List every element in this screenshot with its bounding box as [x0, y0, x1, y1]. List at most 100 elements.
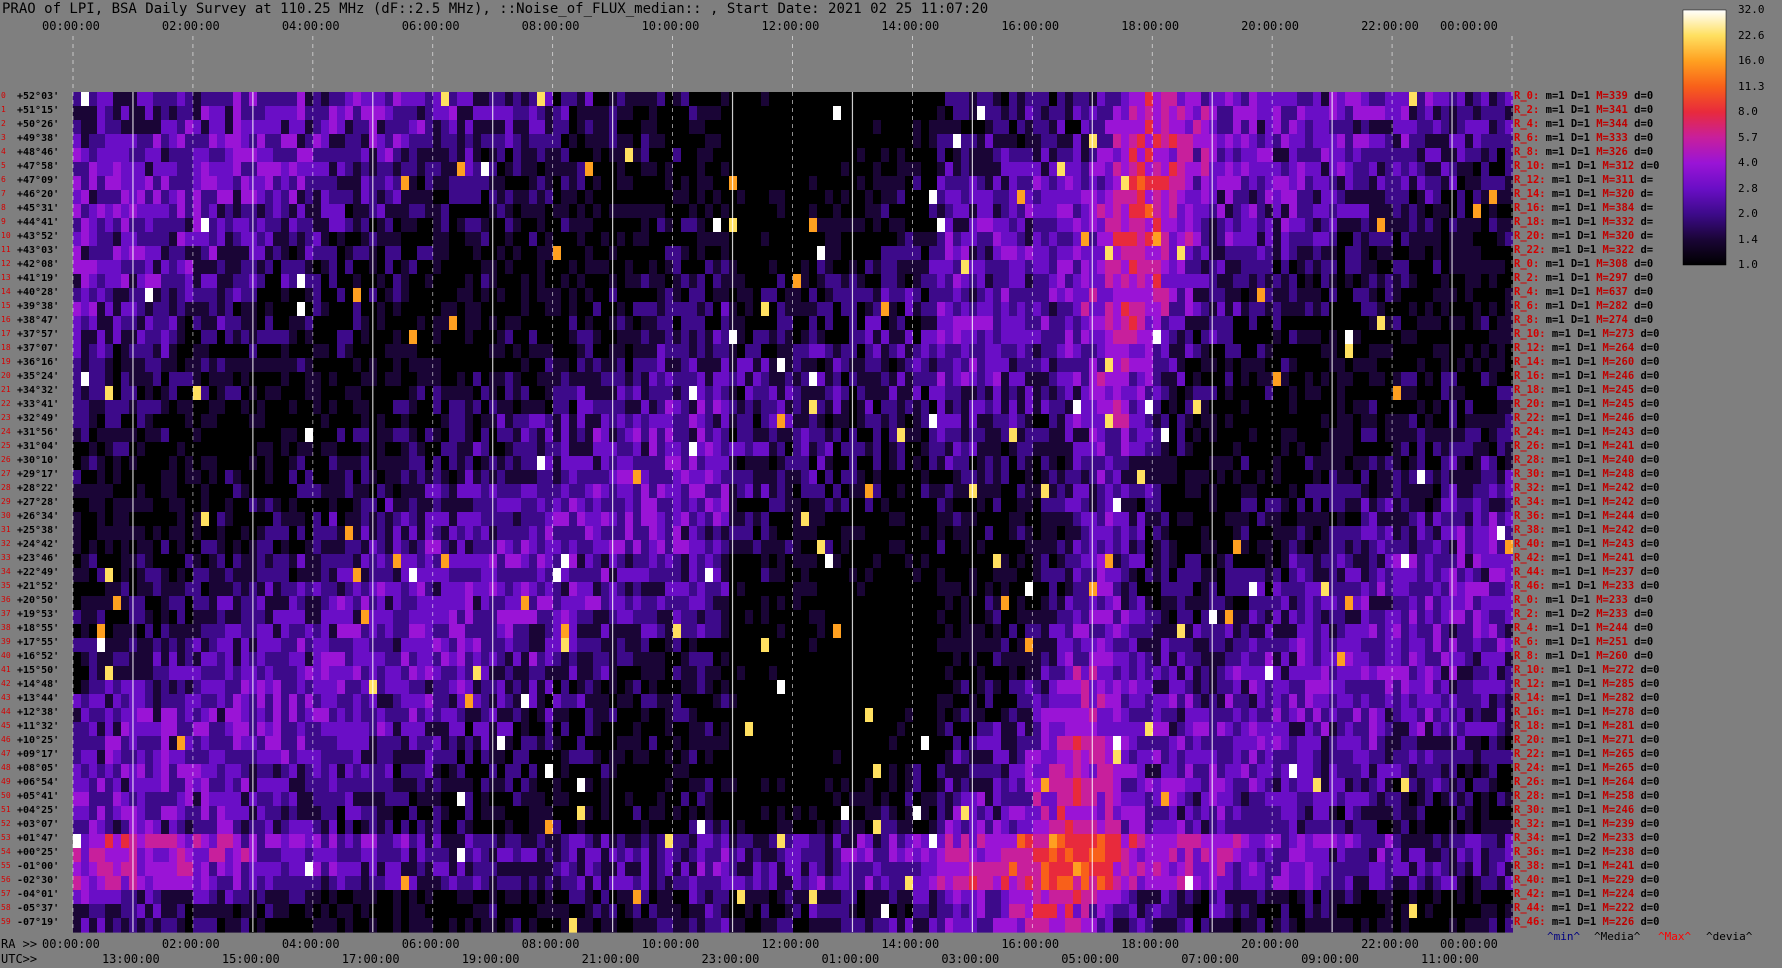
heatmap-cell	[721, 232, 729, 247]
heatmap-cell	[97, 134, 105, 149]
heatmap-cell	[633, 134, 641, 149]
heatmap-cell	[257, 120, 265, 135]
heatmap-cell	[233, 414, 241, 429]
heatmap-cell	[1409, 288, 1417, 303]
heatmap-cell	[665, 120, 673, 135]
heatmap-cell	[1433, 358, 1441, 373]
heatmap-cell	[1353, 106, 1361, 121]
heatmap-cell	[1321, 358, 1329, 373]
heatmap-cell	[641, 120, 649, 135]
heatmap-cell	[881, 92, 889, 107]
heatmap-cell	[961, 106, 969, 121]
heatmap-cell	[1057, 176, 1065, 191]
heatmap-cell	[257, 386, 265, 401]
heatmap-cell	[201, 176, 209, 191]
heatmap-cell	[161, 442, 169, 457]
heatmap-cell	[937, 344, 945, 359]
heatmap-cell	[1481, 120, 1489, 135]
heatmap-cell	[657, 218, 665, 233]
heatmap-cell	[1033, 400, 1041, 415]
heatmap-cell	[433, 120, 441, 135]
heatmap-cell	[705, 260, 713, 275]
heatmap-cell	[721, 274, 729, 289]
heatmap-cell	[865, 162, 873, 177]
heatmap-cell	[1025, 246, 1033, 261]
heatmap-cell	[1121, 288, 1129, 303]
heatmap-cell	[993, 456, 1001, 471]
heatmap-cell	[177, 288, 185, 303]
heatmap-cell	[713, 316, 721, 331]
heatmap-cell	[745, 232, 753, 247]
heatmap-cell	[945, 372, 953, 387]
heatmap-cell	[1241, 162, 1249, 177]
heatmap-cell	[273, 316, 281, 331]
heatmap-cell	[1345, 372, 1353, 387]
heatmap-cell	[433, 400, 441, 415]
heatmap-cell	[393, 106, 401, 121]
heatmap-cell	[1337, 218, 1345, 233]
heatmap-cell	[681, 176, 689, 191]
heatmap-cell	[185, 386, 193, 401]
heatmap-cell	[153, 204, 161, 219]
heatmap-cell	[1169, 316, 1177, 331]
heatmap-cell	[1377, 218, 1385, 233]
heatmap-cell	[1441, 204, 1449, 219]
heatmap-cell	[705, 456, 713, 471]
heatmap-cell	[929, 106, 937, 121]
heatmap-cell	[145, 176, 153, 191]
heatmap-cell	[1345, 176, 1353, 191]
heatmap-cell	[225, 344, 233, 359]
heatmap-cell	[1425, 134, 1433, 149]
heatmap-cell	[1025, 344, 1033, 359]
heatmap-cell	[945, 92, 953, 107]
heatmap-cell	[905, 92, 913, 107]
heatmap-cell	[457, 442, 465, 457]
heatmap-cell	[177, 386, 185, 401]
heatmap-cell	[273, 134, 281, 149]
heatmap-cell	[1305, 330, 1313, 345]
heatmap-cell	[193, 92, 201, 107]
heatmap-cell	[1065, 176, 1073, 191]
heatmap-cell	[257, 330, 265, 345]
heatmap-cell	[937, 288, 945, 303]
heatmap-cell	[761, 456, 769, 471]
heatmap-cell	[945, 442, 953, 457]
heatmap-cell	[745, 162, 753, 177]
heatmap-cell	[177, 274, 185, 289]
heatmap-cell	[297, 428, 305, 443]
heatmap-cell	[1041, 330, 1049, 345]
heatmap-cell	[569, 442, 577, 457]
heatmap-cell	[393, 92, 401, 107]
heatmap-cell	[321, 344, 329, 359]
heatmap-cell	[1113, 162, 1121, 177]
heatmap-cell	[1289, 218, 1297, 233]
heatmap-cell	[1225, 428, 1233, 443]
heatmap-cell	[697, 92, 705, 107]
heatmap-cell	[441, 162, 449, 177]
heatmap-cell	[1145, 386, 1153, 401]
heatmap-cell	[1105, 316, 1113, 331]
heatmap-cell	[1241, 400, 1249, 415]
heatmap-cell	[1041, 386, 1049, 401]
heatmap-cell	[161, 330, 169, 345]
heatmap-cell	[657, 358, 665, 373]
heatmap-cell	[321, 134, 329, 149]
heatmap-cell	[1369, 134, 1377, 149]
heatmap-cell	[1073, 218, 1081, 233]
heatmap-cell	[1417, 344, 1425, 359]
heatmap-cell	[665, 442, 673, 457]
heatmap-cell	[281, 344, 289, 359]
heatmap-cell	[1001, 302, 1009, 317]
heatmap-cell	[721, 428, 729, 443]
heatmap-cell	[1425, 428, 1433, 443]
heatmap-cell	[561, 232, 569, 247]
heatmap-cell	[353, 162, 361, 177]
heatmap-cell	[625, 414, 633, 429]
heatmap-cell	[441, 274, 449, 289]
heatmap-cell	[481, 414, 489, 429]
heatmap-cell	[577, 218, 585, 233]
heatmap-cell	[1097, 358, 1105, 373]
heatmap-cell	[145, 204, 153, 219]
heatmap-cell	[737, 134, 745, 149]
heatmap-cell	[993, 232, 1001, 247]
